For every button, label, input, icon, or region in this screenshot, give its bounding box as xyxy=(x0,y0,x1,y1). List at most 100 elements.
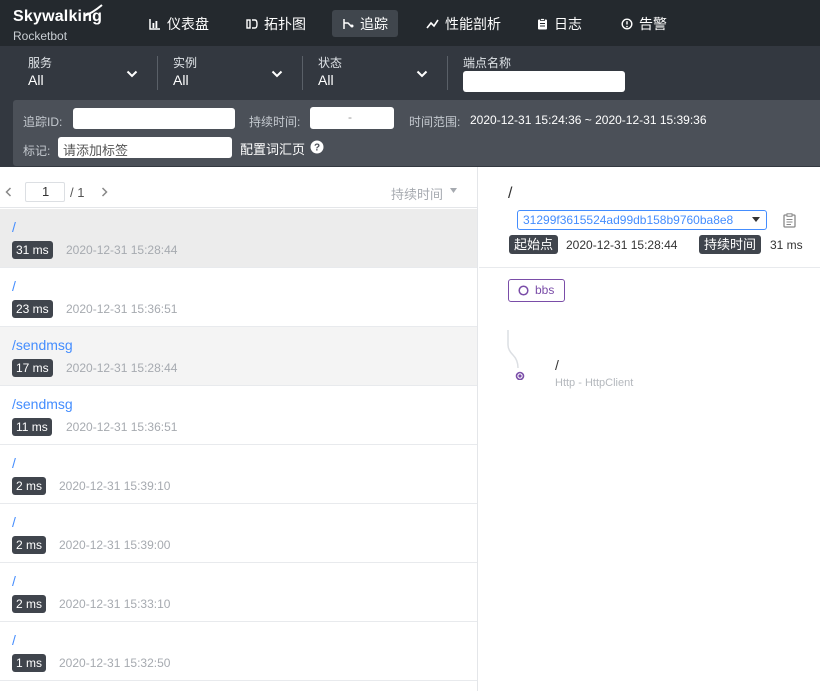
trace-start-time: 2020-12-31 15:39:10 xyxy=(59,479,171,493)
tag-input[interactable]: 请添加标签 xyxy=(58,137,232,158)
divider xyxy=(479,267,820,268)
trace-id-select[interactable]: 31299f3615524ad99db158b9760ba8e8 xyxy=(517,210,767,230)
trace-endpoint[interactable]: /sendmsg xyxy=(12,396,73,412)
duration-badge: 11 ms xyxy=(12,418,52,436)
service-select[interactable]: 服务 All xyxy=(28,54,140,88)
caret-down-icon[interactable] xyxy=(450,188,457,194)
trace-start-time: 2020-12-31 15:32:50 xyxy=(59,656,171,670)
duration-badge: 23 ms xyxy=(12,300,53,318)
service-legend-label: bbs xyxy=(535,283,555,297)
tag-input-placeholder: 请添加标签 xyxy=(63,143,129,158)
nav-label: 日志 xyxy=(554,15,582,32)
trace-row[interactable]: / 31 ms 2020-12-31 15:28:44 xyxy=(0,209,477,268)
trace-row[interactable]: / 2 ms 2020-12-31 15:33:10 xyxy=(0,563,477,622)
duration-range-input[interactable]: - xyxy=(310,107,394,129)
span-name[interactable]: / xyxy=(555,357,559,373)
span-tree-line xyxy=(507,330,525,380)
trace-start-time: 2020-12-31 15:36:51 xyxy=(66,420,178,434)
duration-badge: 2 ms xyxy=(12,536,47,554)
nav-label: 性能剖析 xyxy=(445,15,501,32)
filter-bar: 服务 All 实例 All 状态 All 端点名称 追踪ID: 持续时间: - … xyxy=(0,46,820,167)
alarm-icon xyxy=(621,17,633,30)
time-range-label: 时间范围: xyxy=(409,115,461,129)
duration-badge: 31 ms xyxy=(12,241,53,259)
trace-id-label: 追踪ID: xyxy=(23,115,63,129)
status-value: All xyxy=(318,72,334,88)
duration-value: 31 ms xyxy=(770,238,803,252)
duration-badge: 17 ms xyxy=(12,359,53,377)
start-time: 2020-12-31 15:28:44 xyxy=(566,238,678,252)
trace-start-time: 2020-12-31 15:28:44 xyxy=(66,361,178,375)
tag-label: 标记: xyxy=(23,144,51,158)
trace-id-value: 31299f3615524ad99db158b9760ba8e8 xyxy=(523,213,734,227)
chevron-right-icon[interactable] xyxy=(101,187,108,197)
endpoint-input[interactable] xyxy=(463,71,625,92)
chevron-left-icon[interactable] xyxy=(5,187,12,197)
trace-endpoint[interactable]: / xyxy=(12,278,16,294)
svg-text:?: ? xyxy=(314,143,320,154)
service-value: All xyxy=(28,72,44,88)
logo-subtitle: Rocketbot xyxy=(13,29,68,43)
trace-list-panel: 1 / 1 持续时间 / 31 ms 2020-12-31 15:28:44 /… xyxy=(0,167,478,691)
trace-endpoint[interactable]: /sendmsg xyxy=(12,337,73,353)
trace-row[interactable]: / 23 ms 2020-12-31 15:36:51 xyxy=(0,268,477,327)
advanced-filter-panel: 追踪ID: 持续时间: - 时间范围: 2020-12-31 15:24:36 … xyxy=(13,100,820,166)
trace-id-input[interactable] xyxy=(73,108,235,129)
caret-down-icon xyxy=(752,217,760,222)
nav-alarm[interactable]: 告警 xyxy=(611,10,677,37)
instance-label: 实例 xyxy=(173,56,198,70)
nav-trace[interactable]: 追踪 xyxy=(332,10,398,37)
start-point-badge: 起始点 xyxy=(509,235,559,254)
trace-endpoint[interactable]: / xyxy=(12,455,16,471)
trace-endpoint[interactable]: / xyxy=(12,219,16,235)
endpoint-label: 端点名称 xyxy=(463,56,512,70)
page-number-input[interactable]: 1 xyxy=(25,182,65,202)
nav-dashboard[interactable]: 仪表盘 xyxy=(139,10,219,37)
instance-select[interactable]: 实例 All xyxy=(173,54,285,88)
duration-badge: 2 ms xyxy=(12,595,47,613)
trace-start-time: 2020-12-31 15:33:10 xyxy=(59,597,171,611)
sort-by-duration[interactable]: 持续时间 xyxy=(391,184,443,203)
trace-row[interactable]: /sendmsg 11 ms 2020-12-31 15:36:51 xyxy=(0,386,477,445)
instance-value: All xyxy=(173,72,189,88)
log-icon xyxy=(538,17,547,29)
trace-row[interactable]: / 1 ms 2020-12-31 15:32:50 xyxy=(0,622,477,681)
profile-icon xyxy=(426,19,439,28)
duration-badge: 持续时间 xyxy=(699,235,762,254)
page-total: / 1 xyxy=(70,185,85,200)
circle-icon xyxy=(518,285,529,296)
clipboard-icon[interactable] xyxy=(783,213,796,228)
trace-start-time: 2020-12-31 15:36:51 xyxy=(66,302,178,316)
duration-separator: - xyxy=(348,110,352,124)
trace-row[interactable]: / 2 ms 2020-12-31 15:39:00 xyxy=(0,504,477,563)
divider xyxy=(157,56,158,90)
status-select[interactable]: 状态 All xyxy=(318,54,430,88)
config-vocabulary-link[interactable]: 配置词汇页 xyxy=(240,139,305,158)
trace-endpoint[interactable]: / xyxy=(12,632,16,648)
nav-topology[interactable]: 拓扑图 xyxy=(236,10,316,37)
trace-endpoint[interactable]: / xyxy=(12,573,16,589)
endpoint-filter: 端点名称 xyxy=(463,54,633,71)
nav-logs[interactable]: 日志 xyxy=(527,10,592,37)
duration-badge: 2 ms xyxy=(12,477,47,495)
logo-swoosh-icon xyxy=(83,4,103,17)
trace-endpoint[interactable]: / xyxy=(12,514,16,530)
trace-start-time: 2020-12-31 15:28:44 xyxy=(66,243,178,257)
duration-label: 持续时间: xyxy=(249,115,301,129)
trace-row[interactable]: / 2 ms 2020-12-31 15:39:10 xyxy=(0,445,477,504)
chevron-down-icon xyxy=(126,70,138,78)
detail-title: / xyxy=(508,185,513,202)
service-legend-tag[interactable]: bbs xyxy=(508,279,565,302)
nav-label: 拓扑图 xyxy=(264,15,306,32)
nav-label: 告警 xyxy=(639,15,667,32)
chevron-down-icon xyxy=(271,70,283,78)
topology-icon xyxy=(246,18,258,29)
pagination: 1 / 1 持续时间 xyxy=(0,167,478,208)
help-icon[interactable]: ? xyxy=(310,140,324,154)
nav-profiling[interactable]: 性能剖析 xyxy=(416,10,511,37)
time-range-value[interactable]: 2020-12-31 15:24:36 ~ 2020-12-31 15:39:3… xyxy=(470,113,707,127)
nav-label: 追踪 xyxy=(360,15,388,32)
trace-row[interactable]: /sendmsg 17 ms 2020-12-31 15:28:44 xyxy=(0,327,477,386)
chevron-down-icon xyxy=(416,70,428,78)
divider xyxy=(447,56,448,90)
